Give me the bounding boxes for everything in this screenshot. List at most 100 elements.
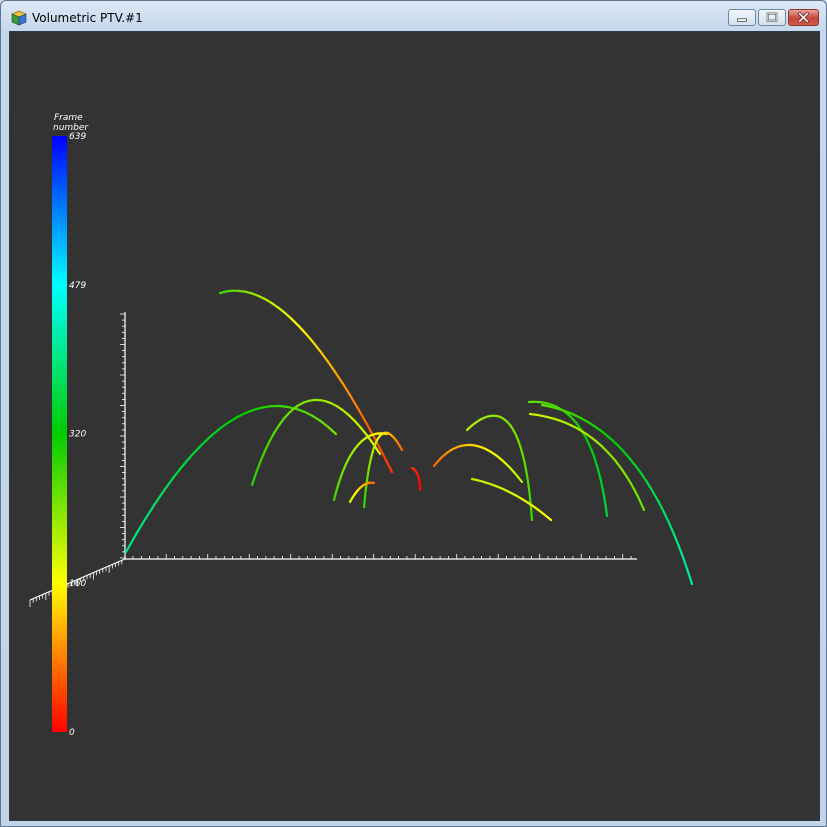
trajectory-segment [208, 428, 220, 439]
window-title: Volumetric PTV.#1 [32, 11, 143, 25]
minimize-icon [737, 18, 747, 22]
trajectory-segment [217, 421, 229, 431]
colorbar-tick-label: 0 [69, 728, 75, 738]
trajectory-segment [297, 325, 308, 336]
trajectory-segment [272, 424, 280, 435]
trajectory-segment [540, 403, 552, 408]
trajectory-segment [294, 407, 306, 413]
colorbar-tick-label: 160 [69, 579, 86, 589]
trajectory-segment [319, 419, 330, 428]
trajectory-segment [662, 511, 671, 524]
trajectory-segment [526, 476, 530, 489]
trajectory-segment [263, 297, 273, 304]
trajectory-segment [657, 500, 666, 514]
trajectory-segment [622, 449, 631, 460]
maximize-icon [766, 12, 778, 22]
trajectory-segment [226, 416, 238, 424]
trajectory-segment [199, 435, 211, 447]
trajectory-segment [276, 306, 286, 314]
trajectory-segment [134, 517, 147, 537]
trajectory-segment [290, 318, 301, 328]
trajectory-segment [341, 409, 350, 417]
trajectory-segment [350, 396, 361, 412]
trajectory-segment [270, 301, 279, 309]
trajectory-segment [599, 478, 604, 490]
trajectory-segment [305, 333, 315, 344]
maximize-button[interactable] [758, 9, 786, 26]
trajectory-segment [263, 440, 271, 453]
trajectory-segment [259, 449, 266, 463]
trajectory-segment [358, 409, 369, 427]
trajectory-segment [312, 341, 322, 354]
trajectory-scene[interactable]: Frame number 639 479 320 160 0 [10, 32, 819, 820]
trajectory-segment [327, 425, 338, 436]
particle-trajectories [124, 289, 694, 586]
trajectory-segment [181, 454, 193, 467]
trajectory-segment [615, 443, 625, 453]
trajectory-segment [546, 516, 553, 522]
trajectory-segment [580, 417, 591, 424]
trajectory-segment [601, 487, 606, 499]
colorbar-tick-label: 639 [69, 132, 86, 142]
trajectory-segment [632, 488, 639, 497]
trajectory-segment [634, 464, 643, 476]
trajectory-segment [277, 418, 285, 427]
trajectory-segment [342, 384, 353, 399]
trajectory-segment [334, 372, 345, 387]
trajectory-segment [255, 460, 262, 474]
trajectory-segment [608, 437, 618, 446]
trajectory-segment [353, 419, 362, 429]
trajectory-segment [163, 476, 175, 492]
trajectory-segment [172, 464, 184, 479]
application-window: Volumetric PTV.#1 Frame number 639 479 3… [0, 0, 827, 827]
trajectory-segment [283, 311, 293, 321]
trajectory-segment [587, 421, 598, 429]
colorbar-tick-label: 320 [69, 430, 86, 440]
trajectory-segment [640, 473, 649, 484]
trajectory-segment [636, 494, 642, 504]
axes [29, 312, 637, 607]
trajectory-segment [261, 405, 272, 409]
trajectory-segment [686, 569, 694, 586]
trajectory-segment [527, 486, 532, 499]
trajectory-segment [604, 505, 609, 518]
trajectory-segment [252, 406, 264, 411]
trajectory-segment [529, 507, 534, 522]
colorbar: Frame number 639 479 320 160 0 [52, 113, 89, 738]
trajectory-segment [651, 491, 660, 503]
trajectory-segment [327, 361, 338, 375]
trajectory-segment [597, 470, 602, 481]
title-bar[interactable]: Volumetric PTV.#1 [1, 1, 826, 31]
colorbar-gradient [52, 136, 67, 732]
trajectory-segment [244, 408, 255, 415]
trajectory-segment [667, 521, 676, 536]
trajectory-segment [593, 456, 598, 466]
trajectory-segment [303, 410, 314, 417]
trajectory-segment [557, 407, 568, 413]
trajectory-segment [682, 556, 689, 572]
trajectory-segment [398, 444, 404, 452]
trajectory-segment [235, 412, 247, 419]
3d-viewport[interactable]: Frame number 639 479 320 160 0 [9, 31, 820, 821]
cube-icon [11, 10, 27, 26]
trajectory-segment [250, 471, 258, 487]
trajectory-segment [282, 412, 290, 421]
trajectory-segment [190, 444, 202, 457]
trajectory-segment [516, 475, 524, 484]
trajectory-segment [601, 431, 612, 440]
close-button[interactable] [788, 9, 819, 26]
trajectory-segment [153, 489, 166, 506]
trajectory-segment [124, 533, 137, 554]
window-controls [726, 9, 819, 28]
trajectory-segment [144, 503, 156, 521]
trajectory-segment [268, 432, 276, 443]
trajectory-segment [639, 501, 646, 512]
trajectory-segment [521, 452, 526, 462]
trajectory-segment [594, 426, 605, 434]
trajectory-segment [524, 467, 529, 479]
trajectory-segment [363, 488, 367, 500]
colorbar-title-line1: Frame [54, 113, 83, 123]
trajectory-segment [603, 495, 607, 508]
trajectory-segment [595, 463, 600, 473]
minimize-button[interactable] [728, 9, 756, 26]
